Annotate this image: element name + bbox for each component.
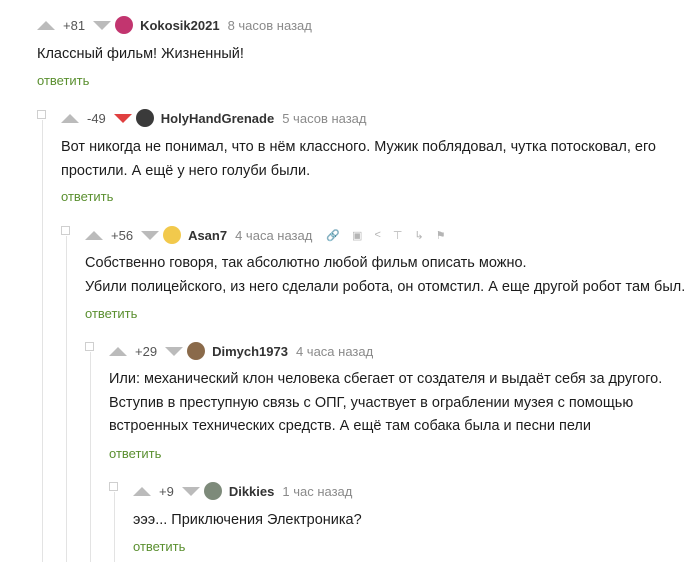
thread-line-2	[66, 236, 67, 562]
comment-text: эээ... Приключения Электроника?	[133, 512, 362, 528]
comment-header: +29 Dimych1973 4 часа назад	[109, 341, 373, 361]
link-icon[interactable]: 🔗	[326, 229, 340, 242]
comment-rating: +81	[63, 17, 86, 33]
comment-text: Вот никогда не понимал, что в нём классн…	[61, 139, 656, 179]
comment-rating: +9	[159, 483, 174, 499]
comment-header: +9 Dikkies 1 час назад	[133, 481, 352, 501]
reply-button[interactable]: ответить	[133, 539, 185, 554]
upvote-icon[interactable]	[85, 230, 103, 240]
comment-author[interactable]: Dimych1973	[212, 344, 288, 359]
comment-rating: +29	[135, 343, 158, 359]
upvote-icon[interactable]	[133, 486, 151, 496]
thread-line-3	[90, 352, 91, 562]
downvote-icon[interactable]	[113, 113, 132, 123]
comment-rating: +56	[111, 227, 134, 243]
comment-time: 4 часа назад	[295, 343, 374, 359]
downvote-icon[interactable]	[181, 486, 200, 496]
comment-text: Или: механический клон человека сбегает …	[109, 371, 663, 434]
comment-author[interactable]: HolyHandGrenade	[161, 111, 274, 126]
collapse-branch-toggle[interactable]	[109, 482, 118, 491]
avatar[interactable]	[163, 226, 182, 244]
reply-button[interactable]: ответить	[37, 73, 89, 88]
downvote-icon[interactable]	[93, 20, 112, 30]
comment-tools: 🔗 ▣ < ⊤ ↳ ⚑	[326, 229, 445, 242]
reply-button[interactable]: ответить	[61, 189, 113, 204]
collapse-branch-toggle[interactable]	[61, 226, 70, 235]
comment-time: 4 часа назад	[235, 227, 313, 243]
branch-icon[interactable]: ↳	[414, 229, 423, 242]
comment-time: 5 часов назад	[282, 110, 367, 126]
upvote-icon[interactable]	[37, 20, 55, 30]
share-icon[interactable]: <	[374, 229, 380, 241]
flag-icon[interactable]: ⚑	[436, 229, 446, 242]
comment-rating: -49	[87, 110, 106, 126]
reply-button[interactable]: ответить	[85, 306, 137, 321]
thread-line-1	[42, 120, 43, 562]
comment-author[interactable]: Dikkies	[229, 484, 275, 499]
comment-author[interactable]: Asan7	[188, 228, 227, 243]
avatar[interactable]	[187, 342, 206, 360]
avatar[interactable]	[203, 482, 222, 500]
comment-header: +81 Kokosik2021 8 часов назад	[37, 15, 312, 35]
downvote-icon[interactable]	[141, 230, 160, 240]
upvote-icon[interactable]	[109, 346, 127, 356]
comment-text: Собственно говоря, так абсолютно любой ф…	[85, 255, 686, 295]
thread-line-4	[114, 492, 115, 562]
collapse-branch-toggle[interactable]	[85, 342, 94, 351]
save-icon[interactable]: ▣	[352, 229, 362, 242]
avatar[interactable]	[135, 109, 154, 127]
pin-icon[interactable]: ⊤	[393, 229, 403, 242]
upvote-icon[interactable]	[61, 113, 79, 123]
downvote-icon[interactable]	[165, 346, 184, 356]
comment-time: 1 час назад	[282, 483, 353, 499]
comment-time: 8 часов назад	[227, 17, 312, 33]
comment-author[interactable]: Kokosik2021	[140, 18, 220, 33]
comment-header: -49 HolyHandGrenade 5 часов назад	[61, 108, 367, 128]
avatar[interactable]	[115, 16, 134, 34]
reply-button[interactable]: ответить	[109, 446, 161, 461]
comment-header: +56 Asan7 4 часа назад 🔗 ▣ < ⊤ ↳ ⚑	[85, 225, 446, 245]
comment-text: Классный фильм! Жизненный!	[37, 46, 244, 62]
collapse-branch-toggle[interactable]	[37, 110, 46, 119]
